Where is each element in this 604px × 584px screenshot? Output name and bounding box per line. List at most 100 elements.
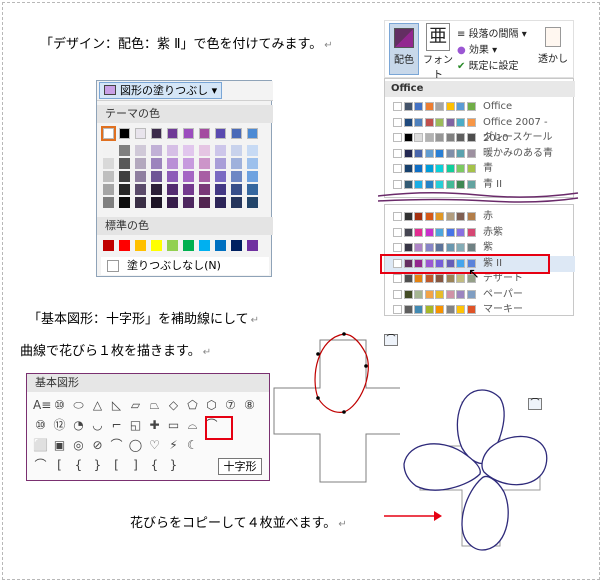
theme-shade-swatch[interactable]: [199, 197, 210, 208]
theme-shade-swatch[interactable]: [167, 197, 178, 208]
theme-shade-swatch[interactable]: [215, 145, 226, 156]
theme-item[interactable]: 青: [385, 161, 575, 177]
standard-color-swatch[interactable]: [199, 240, 210, 251]
shape-gallery-item[interactable]: }: [166, 458, 181, 473]
theme-shade-swatch[interactable]: [167, 171, 178, 182]
shape-gallery-item[interactable]: ✚: [147, 418, 162, 433]
shape-gallery-item[interactable]: [: [52, 458, 67, 473]
theme-shade-swatch[interactable]: [119, 158, 130, 169]
shape-gallery-item[interactable]: ]: [128, 458, 143, 473]
theme-shade-swatch[interactable]: [167, 145, 178, 156]
shape-gallery-item[interactable]: ⬡: [204, 398, 219, 413]
standard-color-swatch[interactable]: [103, 240, 114, 251]
layout-options-icon[interactable]: ⌒: [528, 398, 542, 410]
theme-shade-swatch[interactable]: [215, 197, 226, 208]
fonts-button[interactable]: 亜 フォント: [423, 23, 453, 81]
theme-shade-swatch[interactable]: [119, 184, 130, 195]
shape-gallery-item[interactable]: ▣: [52, 438, 67, 453]
theme-shade-swatch[interactable]: [103, 145, 114, 156]
theme-item[interactable]: グレースケール: [385, 130, 575, 146]
theme-color-swatch[interactable]: [247, 128, 258, 139]
shape-gallery-item[interactable]: ◺: [109, 398, 124, 413]
theme-shade-swatch[interactable]: [183, 145, 194, 156]
theme-shade-swatch[interactable]: [183, 158, 194, 169]
theme-shade-swatch[interactable]: [135, 197, 146, 208]
set-default-button[interactable]: ✔ 既定に設定: [457, 57, 519, 72]
shape-gallery-item[interactable]: ⌓: [185, 418, 200, 433]
theme-shade-swatch[interactable]: [231, 171, 242, 182]
shape-gallery-item[interactable]: ⬠: [185, 398, 200, 413]
theme-item[interactable]: 赤: [385, 209, 575, 225]
shape-gallery-item[interactable]: ▱: [128, 398, 143, 413]
shape-gallery-item[interactable]: ⌒: [109, 438, 124, 453]
theme-color-swatch[interactable]: [215, 128, 226, 139]
theme-shade-swatch[interactable]: [119, 197, 130, 208]
theme-shade-swatch[interactable]: [247, 197, 258, 208]
theme-shade-swatch[interactable]: [183, 197, 194, 208]
standard-color-swatch[interactable]: [215, 240, 226, 251]
shape-gallery-item[interactable]: ⑫: [52, 418, 67, 433]
standard-color-swatch[interactable]: [231, 240, 242, 251]
shape-gallery-item[interactable]: ◔: [71, 418, 86, 433]
shape-gallery-item[interactable]: ⬭: [71, 398, 86, 413]
shape-gallery-item[interactable]: ▭: [166, 418, 181, 433]
theme-shade-swatch[interactable]: [151, 171, 162, 182]
theme-shade-swatch[interactable]: [183, 184, 194, 195]
theme-shade-swatch[interactable]: [103, 184, 114, 195]
theme-shade-swatch[interactable]: [135, 171, 146, 182]
standard-color-swatch[interactable]: [247, 240, 258, 251]
theme-shade-swatch[interactable]: [135, 158, 146, 169]
no-fill-option[interactable]: 塗りつぶしなし(N): [101, 257, 269, 275]
theme-item[interactable]: Office 2007 - 2010: [385, 115, 575, 144]
standard-color-swatch[interactable]: [151, 240, 162, 251]
theme-item[interactable]: 暖かみのある青: [385, 146, 575, 162]
shape-gallery-item[interactable]: {: [71, 458, 86, 473]
shape-gallery-item[interactable]: ◎: [71, 438, 86, 453]
effects-button[interactable]: ● 効果 ▾: [457, 41, 497, 56]
shape-gallery-item[interactable]: ◡: [90, 418, 105, 433]
theme-shade-swatch[interactable]: [231, 197, 242, 208]
shape-gallery-item[interactable]: ⑧: [242, 398, 257, 413]
theme-shade-swatch[interactable]: [151, 184, 162, 195]
theme-shade-swatch[interactable]: [231, 158, 242, 169]
theme-shade-swatch[interactable]: [167, 184, 178, 195]
shape-gallery-item[interactable]: ⑩: [33, 418, 48, 433]
theme-color-swatch[interactable]: [135, 128, 146, 139]
color-scheme-button[interactable]: 配色: [389, 23, 419, 75]
shape-gallery-item[interactable]: ⌐: [109, 418, 124, 433]
theme-shade-swatch[interactable]: [247, 184, 258, 195]
shape-gallery-item[interactable]: {: [147, 458, 162, 473]
theme-color-swatch[interactable]: [183, 128, 194, 139]
layout-options-icon[interactable]: ⌒: [384, 334, 398, 346]
theme-shade-swatch[interactable]: [247, 145, 258, 156]
theme-shade-swatch[interactable]: [103, 158, 114, 169]
theme-shade-swatch[interactable]: [215, 158, 226, 169]
shape-gallery-item[interactable]: ☾: [185, 438, 200, 453]
watermark-button[interactable]: 透かし: [535, 23, 571, 75]
standard-color-swatch[interactable]: [183, 240, 194, 251]
shape-gallery-item[interactable]: [: [109, 458, 124, 473]
theme-shade-swatch[interactable]: [199, 171, 210, 182]
theme-shade-swatch[interactable]: [199, 184, 210, 195]
shape-gallery-item[interactable]: A≡: [33, 398, 51, 413]
theme-shade-swatch[interactable]: [167, 158, 178, 169]
standard-color-swatch[interactable]: [119, 240, 130, 251]
theme-item[interactable]: 赤紫: [385, 225, 575, 241]
theme-shade-swatch[interactable]: [247, 171, 258, 182]
theme-shade-swatch[interactable]: [199, 145, 210, 156]
theme-shade-swatch[interactable]: [247, 158, 258, 169]
theme-shade-swatch[interactable]: [215, 184, 226, 195]
shape-gallery-item[interactable]: △: [90, 398, 105, 413]
theme-shade-swatch[interactable]: [103, 197, 114, 208]
theme-shade-swatch[interactable]: [135, 184, 146, 195]
shape-gallery-item[interactable]: }: [90, 458, 105, 473]
shape-gallery-item[interactable]: ⚡: [166, 438, 181, 453]
shape-gallery-item[interactable]: ⏢: [147, 398, 162, 413]
theme-shade-swatch[interactable]: [119, 171, 130, 182]
shape-gallery-item[interactable]: ⊘: [90, 438, 105, 453]
shape-gallery-item[interactable]: ⑩: [52, 398, 67, 413]
theme-color-swatch[interactable]: [231, 128, 242, 139]
shape-gallery-item[interactable]: ⌒: [33, 458, 48, 473]
theme-shade-swatch[interactable]: [215, 171, 226, 182]
theme-color-swatch[interactable]: [199, 128, 210, 139]
